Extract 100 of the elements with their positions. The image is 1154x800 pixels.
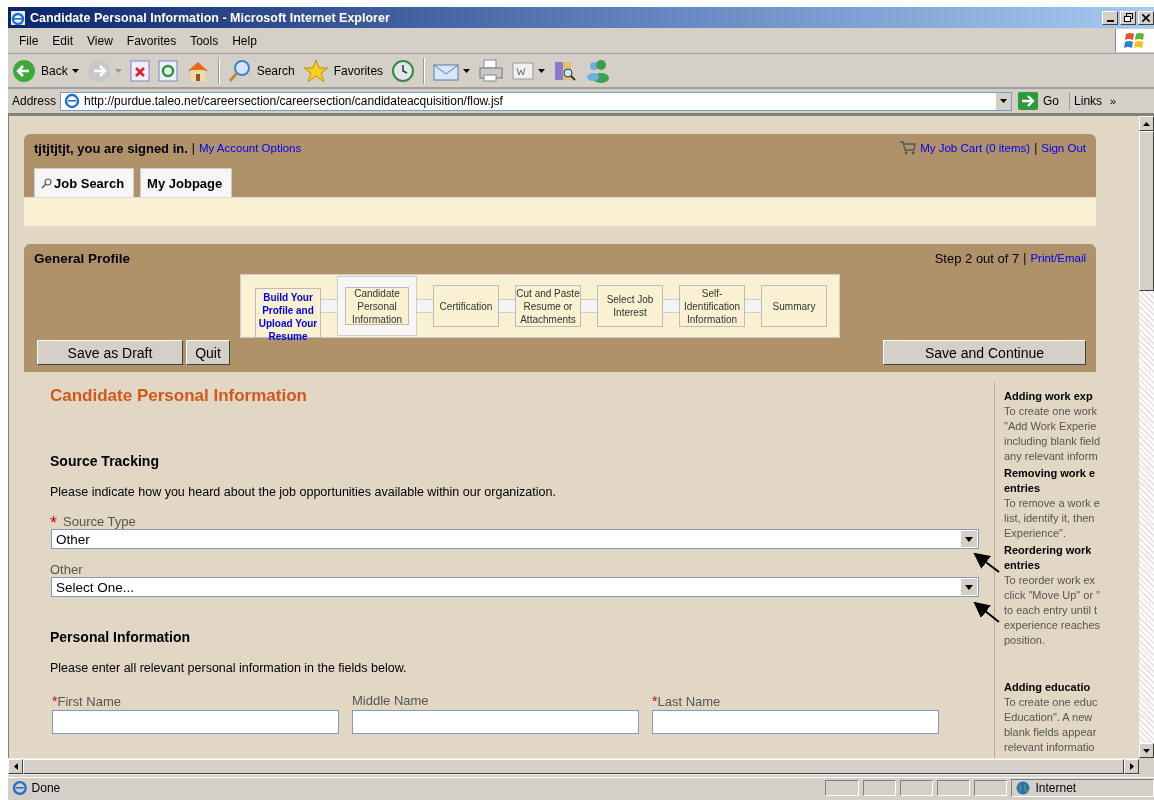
help-text: To create one educ Education". A new blank fields appear relevant informatio — [1004, 695, 1098, 755]
refresh-icon[interactable] — [157, 59, 178, 82]
help-heading: Removing work e entries — [1004, 466, 1096, 496]
menu-item[interactable]: File — [12, 33, 46, 48]
instruction-text: Please indicate how you heard about the job opportunities available within our organization. — [50, 485, 557, 499]
field-label: Middle Name — [352, 693, 429, 708]
status-pane — [937, 780, 971, 796]
step-box: Summary — [761, 285, 827, 327]
restore-button[interactable] — [1120, 10, 1136, 25]
scroll-right-button[interactable] — [1124, 759, 1139, 774]
search-icon — [41, 177, 52, 189]
down-arrow-icon — [1143, 748, 1150, 753]
status-pane — [862, 780, 896, 796]
dropdown-button[interactable] — [961, 579, 977, 595]
step-counter: Step 2 out of 7 — [934, 250, 1020, 266]
caret-icon[interactable] — [71, 68, 79, 73]
back-button[interactable]: Back — [12, 58, 68, 83]
step-box: Certification — [433, 285, 499, 327]
scroll-thumb[interactable] — [1139, 131, 1154, 291]
field-label: Source Type — [63, 513, 136, 529]
status-text: Done — [31, 781, 62, 795]
tab[interactable]: My Jobpage — [140, 168, 233, 197]
history-icon[interactable] — [391, 58, 416, 83]
caret-icon[interactable] — [463, 68, 471, 73]
address-field[interactable]: http://purdue.taleo.net/careersection/careersection/candidateacquisition/flow.jsf — [60, 91, 1013, 111]
help-text: To create one work "Add Work Experie including blank field any relevant inform — [1004, 404, 1100, 464]
restore-icon — [1123, 13, 1133, 22]
step-box: Cut and Paste Resume or Attachments — [515, 285, 581, 327]
browser-icon — [10, 9, 26, 26]
section-heading: Source Tracking — [50, 453, 160, 469]
menu-item[interactable]: Favorites — [119, 33, 184, 48]
step-box: Self-Identification Information — [679, 285, 745, 327]
field-label: First Name — [57, 694, 121, 709]
minimize-button[interactable] — [1102, 10, 1118, 25]
search-button[interactable]: Search — [227, 58, 295, 83]
text-field[interactable] — [652, 710, 939, 734]
window-title: Candidate Personal Information - Microsoft Internet Explorer — [30, 10, 390, 25]
step-box[interactable]: Build Your Profile and Upload Your Resume — [255, 288, 321, 338]
dropdown-field[interactable]: Other — [51, 529, 979, 549]
annotation-arrow — [973, 601, 1000, 623]
close-button[interactable] — [1138, 10, 1154, 25]
step-connector — [499, 299, 515, 313]
scroll-up-button[interactable] — [1139, 116, 1154, 131]
vertical-scrollbar[interactable] — [1139, 116, 1154, 758]
status-pane — [825, 780, 859, 796]
required-asterisk: * — [52, 693, 58, 709]
form-button[interactable]: Quit — [186, 340, 230, 365]
section-heading: Personal Information — [50, 629, 192, 645]
step-connector — [663, 299, 679, 313]
more-chevron[interactable]: » — [1110, 95, 1117, 107]
dropdown-button[interactable] — [996, 92, 1012, 110]
scroll-left-button[interactable] — [8, 759, 23, 774]
step-box: Select Job Interest — [597, 285, 663, 327]
globe-icon — [1016, 781, 1031, 795]
caret-icon[interactable] — [538, 68, 546, 73]
printer-icon[interactable] — [478, 58, 505, 83]
close-icon — [1142, 13, 1150, 22]
step-box: Candidate Personal Information — [345, 287, 409, 325]
step-connector — [581, 299, 597, 313]
separator: | — [191, 141, 195, 155]
left-arrow-icon — [13, 763, 18, 770]
links-label[interactable]: Links — [1074, 94, 1103, 108]
help-heading: Adding work exp — [1004, 389, 1093, 404]
help-heading: Adding educatio — [1004, 680, 1091, 695]
required-asterisk: * — [652, 693, 658, 709]
menu-item[interactable]: View — [80, 33, 120, 48]
form-button[interactable]: Save as Draft — [37, 340, 183, 365]
caret-icon — [965, 536, 973, 542]
dropdown-button[interactable] — [961, 531, 977, 547]
separator: | — [1023, 251, 1027, 265]
page-icon — [12, 780, 28, 796]
menu-item[interactable]: Edit — [45, 33, 81, 48]
help-heading: Reordering work entries — [1004, 543, 1092, 573]
search-icon — [227, 58, 252, 83]
stop-icon[interactable] — [129, 59, 150, 82]
text-field[interactable] — [352, 710, 639, 734]
address-label: Address — [12, 94, 57, 108]
star-icon — [302, 58, 329, 83]
favorites-button[interactable]: Favorites — [302, 58, 384, 83]
tab[interactable]: Job Search — [34, 168, 135, 197]
help-text: To remove a work e list, identify it, then Experience". — [1004, 496, 1100, 541]
save-continue-button[interactable]: Save and Continue — [883, 340, 1086, 365]
status-pane — [974, 780, 1008, 796]
menu-item[interactable]: Tools — [183, 33, 226, 48]
text-field[interactable] — [52, 710, 339, 734]
security-zone-text: Internet — [1035, 781, 1077, 795]
menu-item[interactable]: Help — [225, 33, 264, 48]
signed-in-text: tjtjtjtjt, you are signed in. — [34, 140, 188, 156]
annotation-arrow — [973, 552, 1000, 573]
scroll-down-button[interactable] — [1139, 743, 1154, 758]
flag-logo-icon — [1124, 30, 1146, 51]
section-title: General Profile — [34, 250, 131, 266]
page-heading: Candidate Personal Information — [50, 386, 308, 407]
help-text: To reorder work ex click "Move Up" or " to each entry until t experience reaches position. — [1004, 573, 1101, 648]
page-icon — [64, 93, 81, 109]
caret-icon — [1000, 99, 1008, 103]
minimize-icon — [1106, 19, 1114, 22]
cart-icon — [900, 141, 917, 155]
dropdown-field[interactable]: Select One... — [51, 577, 979, 597]
go-button[interactable]: Go — [1016, 92, 1071, 110]
